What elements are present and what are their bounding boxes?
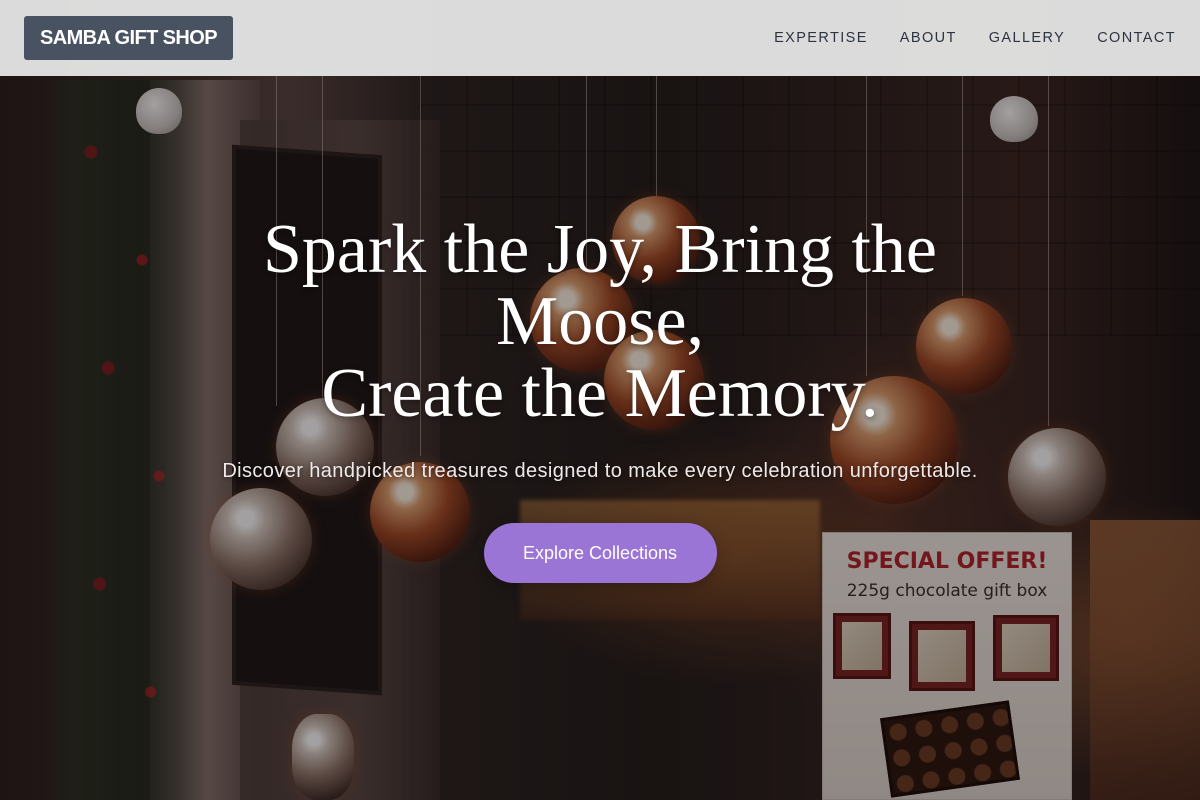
nav-link-expertise[interactable]: EXPERTISE — [774, 30, 868, 46]
explore-collections-button[interactable]: Explore Collections — [483, 523, 717, 583]
site-header: SAMBA GIFT SHOP EXPERTISE ABOUT GALLERY … — [0, 0, 1200, 76]
hero-subtitle: Discover handpicked treasures designed t… — [222, 460, 978, 482]
nav-link-gallery[interactable]: GALLERY — [989, 30, 1065, 46]
nav-link-about[interactable]: ABOUT — [900, 30, 957, 46]
main-nav: EXPERTISE ABOUT GALLERY CONTACT — [774, 30, 1176, 46]
brand-logo[interactable]: SAMBA GIFT SHOP — [24, 16, 233, 60]
hero-headline-line: Spark the Joy, Bring the Moose, — [263, 211, 937, 360]
nav-link-contact[interactable]: CONTACT — [1097, 30, 1176, 46]
hero-section: Spark the Joy, Bring the Moose, Create t… — [0, 214, 1200, 583]
hero-headline: Spark the Joy, Bring the Moose, Create t… — [220, 214, 980, 430]
hero-headline-line: Create the Memory. — [321, 355, 879, 432]
